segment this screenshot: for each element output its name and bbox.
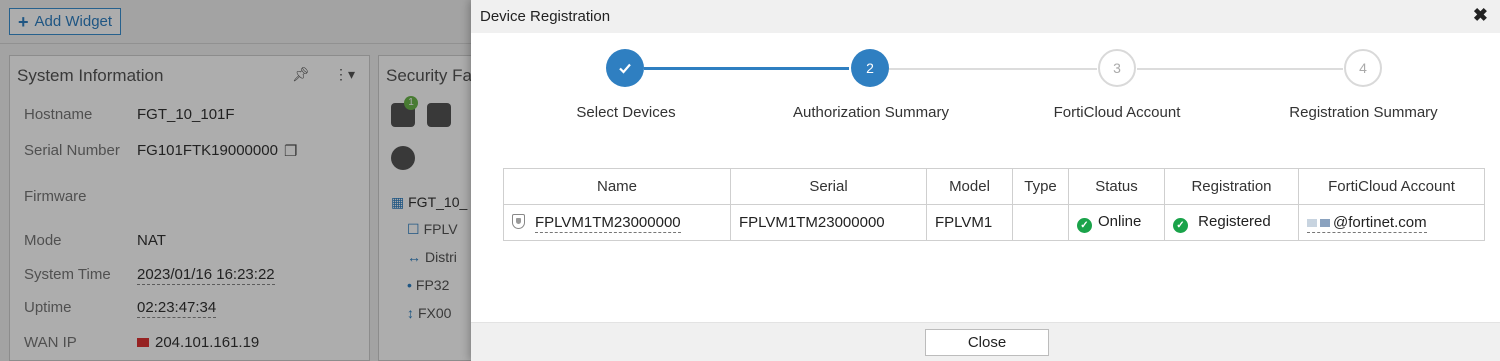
step-2-label: Authorization Summary (793, 104, 949, 121)
table-row[interactable]: FPLVM1TM23000000 FPLVM1TM23000000 FPLVM1… (503, 204, 1485, 241)
step-3-label: FortiCloud Account (1053, 104, 1181, 121)
column-header-serial[interactable]: Serial (730, 168, 927, 205)
online-check-icon: ✓ (1077, 217, 1092, 233)
table-header-row: Name Serial Model Type Status Registrati… (503, 168, 1485, 205)
cell-status: ✓ Online (1068, 204, 1165, 241)
column-header-status[interactable]: Status (1068, 168, 1165, 205)
step-1-label: Select Devices (576, 104, 676, 121)
cell-forticloud-account: @fortinet.com (1298, 204, 1485, 241)
step-2-circle: 2 (851, 49, 889, 87)
cell-name: FPLVM1TM23000000 (503, 204, 731, 241)
dialog-header: Device Registration ✖ (471, 0, 1500, 33)
dialog-title: Device Registration (480, 8, 611, 25)
device-shield-icon (512, 214, 525, 229)
close-icon[interactable]: ✖ (1473, 5, 1488, 26)
column-header-name[interactable]: Name (503, 168, 731, 205)
step-3-circle: 3 (1098, 49, 1136, 87)
column-header-type[interactable]: Type (1012, 168, 1069, 205)
device-registration-dialog: Device Registration ✖ 2 3 4 Select Devic… (471, 0, 1500, 361)
registered-check-icon: ✓ (1173, 217, 1188, 233)
step-4-label: Registration Summary (1289, 104, 1438, 121)
step-1-check-icon (606, 49, 644, 87)
redacted-icon (1320, 219, 1330, 227)
step-connector-1 (644, 67, 849, 70)
cell-type (1012, 204, 1069, 241)
column-header-registration[interactable]: Registration (1164, 168, 1299, 205)
device-table: Name Serial Model Type Status Registrati… (503, 168, 1485, 241)
cell-serial: FPLVM1TM23000000 (730, 204, 927, 241)
close-button[interactable]: Close (925, 329, 1049, 356)
step-4-circle: 4 (1344, 49, 1382, 87)
column-header-model[interactable]: Model (926, 168, 1013, 205)
redacted-icon (1307, 219, 1317, 227)
column-header-forticloud-account[interactable]: FortiCloud Account (1298, 168, 1485, 205)
step-connector-3 (1137, 68, 1343, 70)
cell-registration: ✓ Registered (1164, 204, 1299, 241)
cell-model: FPLVM1 (926, 204, 1013, 241)
step-connector-2 (887, 68, 1097, 70)
dialog-footer: Close (471, 322, 1500, 361)
